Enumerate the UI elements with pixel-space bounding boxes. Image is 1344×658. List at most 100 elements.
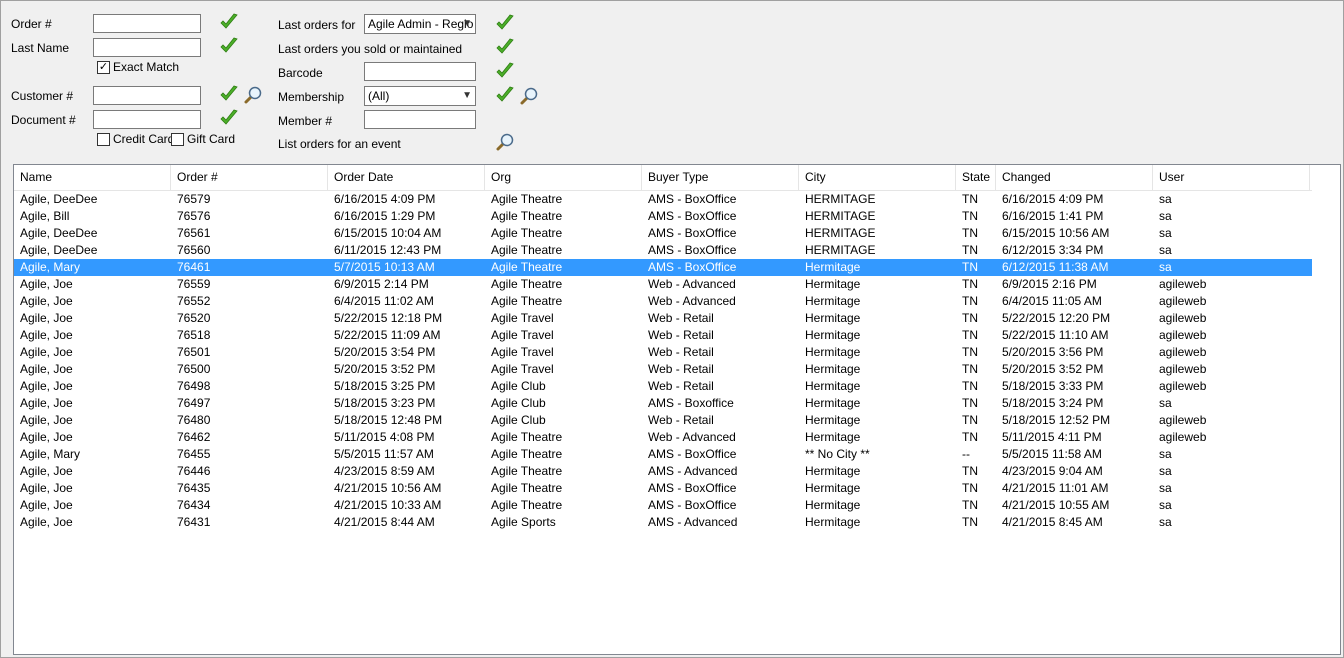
cell-changed: 5/22/2015 12:20 PM bbox=[1002, 311, 1111, 325]
cell-order-date: 5/22/2015 11:09 AM bbox=[334, 328, 441, 342]
column-header-order-date[interactable]: Order Date bbox=[328, 165, 485, 190]
last-orders-sold-go-check-icon[interactable] bbox=[495, 38, 515, 56]
cell-order-date: 4/21/2015 10:56 AM bbox=[334, 481, 442, 495]
gift-card-label: Gift Card bbox=[187, 132, 236, 146]
cell-org: Agile Theatre bbox=[491, 260, 563, 274]
cell-state: TN bbox=[962, 294, 978, 308]
cell-city: Hermitage bbox=[805, 345, 861, 359]
table-row[interactable]: Agile, DeeDee 76561 6/15/2015 10:04 AM Agil… bbox=[14, 225, 1312, 242]
cell-city: HERMITAGE bbox=[805, 243, 876, 257]
exact-match-checkbox[interactable]: ✓ bbox=[97, 61, 110, 74]
last-orders-for-go-check-icon[interactable] bbox=[495, 14, 515, 32]
cell-changed: 6/15/2015 10:56 AM bbox=[1002, 226, 1110, 240]
cell-name: Agile, Joe bbox=[20, 277, 73, 291]
cell-org: Agile Theatre bbox=[491, 226, 563, 240]
cell-city: Hermitage bbox=[805, 498, 861, 512]
cell-city: ** No City ** bbox=[805, 447, 870, 461]
table-row[interactable]: Agile, Joe 76559 6/9/2015 2:14 PM Agile The… bbox=[14, 276, 1312, 293]
cell-city: Hermitage bbox=[805, 481, 861, 495]
cell-city: Hermitage bbox=[805, 379, 861, 393]
customer-go-check-icon[interactable] bbox=[219, 85, 239, 103]
cell-order-date: 6/11/2015 12:43 PM bbox=[334, 243, 442, 257]
cell-order-date: 5/18/2015 3:25 PM bbox=[334, 379, 436, 393]
cell-user: sa bbox=[1159, 464, 1172, 478]
cell-changed: 6/9/2015 2:16 PM bbox=[1002, 277, 1097, 291]
order-number-input[interactable] bbox=[93, 14, 201, 33]
barcode-go-check-icon[interactable] bbox=[495, 62, 515, 80]
order-number-go-check-icon[interactable] bbox=[219, 13, 239, 31]
barcode-input[interactable] bbox=[364, 62, 476, 81]
table-row[interactable]: Agile, Joe 76520 5/22/2015 12:18 PM Agile T… bbox=[14, 310, 1312, 327]
table-row[interactable]: Agile, Bill 76576 6/16/2015 1:29 PM Agile T… bbox=[14, 208, 1312, 225]
cell-name: Agile, Bill bbox=[20, 209, 70, 223]
cell-org: Agile Theatre bbox=[491, 481, 563, 495]
column-header-org[interactable]: Org bbox=[485, 165, 642, 190]
member-number-input[interactable] bbox=[364, 110, 476, 129]
column-header-name[interactable]: Name bbox=[14, 165, 171, 190]
table-row[interactable]: Agile, Mary 76461 5/7/2015 10:13 AM Agile T… bbox=[14, 259, 1312, 276]
cell-buyer-type: AMS - Advanced bbox=[648, 464, 738, 478]
cell-order-date: 5/20/2015 3:54 PM bbox=[334, 345, 436, 359]
last-name-go-check-icon[interactable] bbox=[219, 37, 239, 55]
customer-lookup-magnifier-icon[interactable] bbox=[243, 85, 263, 105]
column-header-state[interactable]: State bbox=[956, 165, 996, 190]
column-header-changed[interactable]: Changed bbox=[996, 165, 1153, 190]
event-lookup-magnifier-icon[interactable] bbox=[495, 132, 515, 152]
membership-lookup-magnifier-icon[interactable] bbox=[519, 86, 539, 106]
orders-list[interactable]: Name Order # Order Date Org Buyer Type C… bbox=[13, 164, 1341, 655]
cell-name: Agile, Joe bbox=[20, 430, 73, 444]
cell-changed: 6/12/2015 11:38 AM bbox=[1002, 260, 1109, 274]
customer-number-input[interactable] bbox=[93, 86, 201, 105]
table-row[interactable]: Agile, Joe 76497 5/18/2015 3:23 PM Agile Cl… bbox=[14, 395, 1312, 412]
cell-state: TN bbox=[962, 379, 978, 393]
cell-order-number: 76462 bbox=[177, 430, 211, 444]
table-row[interactable]: Agile, Joe 76435 4/21/2015 10:56 AM Agile T… bbox=[14, 480, 1312, 497]
column-header-buyer-type[interactable]: Buyer Type bbox=[642, 165, 799, 190]
column-header-user[interactable]: User bbox=[1153, 165, 1310, 190]
cell-changed: 6/16/2015 1:41 PM bbox=[1002, 209, 1104, 223]
table-row[interactable]: Agile, DeeDee 76579 6/16/2015 4:09 PM Agile… bbox=[14, 191, 1312, 208]
column-header-order-number[interactable]: Order # bbox=[171, 165, 328, 190]
order-number-label: Order # bbox=[11, 17, 52, 31]
cell-changed: 5/11/2015 4:11 PM bbox=[1002, 430, 1102, 444]
cell-user: sa bbox=[1159, 481, 1172, 495]
cell-name: Agile, Joe bbox=[20, 362, 73, 376]
cell-user: sa bbox=[1159, 396, 1172, 410]
table-row[interactable]: Agile, Joe 76431 4/21/2015 8:44 AM Agile Sp… bbox=[14, 514, 1312, 531]
document-number-input[interactable] bbox=[93, 110, 201, 129]
table-row[interactable]: Agile, Joe 76434 4/21/2015 10:33 AM Agile T… bbox=[14, 497, 1312, 514]
cell-buyer-type: AMS - BoxOffice bbox=[648, 260, 737, 274]
credit-card-checkbox[interactable] bbox=[97, 133, 110, 146]
cell-user: agileweb bbox=[1159, 345, 1207, 359]
cell-order-number: 76500 bbox=[177, 362, 211, 376]
column-header-city[interactable]: City bbox=[799, 165, 956, 190]
cell-changed: 5/20/2015 3:56 PM bbox=[1002, 345, 1104, 359]
gift-card-checkbox[interactable] bbox=[171, 133, 184, 146]
table-row[interactable]: Agile, Joe 76518 5/22/2015 11:09 AM Agile T… bbox=[14, 327, 1312, 344]
cell-order-number: 76561 bbox=[177, 226, 211, 240]
membership-go-check-icon[interactable] bbox=[495, 86, 515, 104]
last-name-input[interactable] bbox=[93, 38, 201, 57]
table-row[interactable]: Agile, DeeDee 76560 6/11/2015 12:43 PM Agil… bbox=[14, 242, 1312, 259]
table-row[interactable]: Agile, Joe 76498 5/18/2015 3:25 PM Agile Cl… bbox=[14, 378, 1312, 395]
document-go-check-icon[interactable] bbox=[219, 109, 239, 127]
cell-org: Agile Club bbox=[491, 396, 546, 410]
cell-user: agileweb bbox=[1159, 328, 1207, 342]
table-row[interactable]: Agile, Mary 76455 5/5/2015 11:57 AM Agile T… bbox=[14, 446, 1312, 463]
cell-state: TN bbox=[962, 260, 978, 274]
cell-order-number: 76435 bbox=[177, 481, 211, 495]
table-row[interactable]: Agile, Joe 76462 5/11/2015 4:08 PM Agile Th… bbox=[14, 429, 1312, 446]
last-orders-for-select[interactable]: Agile Admin - Regio ▼ bbox=[364, 14, 476, 34]
table-row[interactable]: Agile, Joe 76480 5/18/2015 12:48 PM Agile C… bbox=[14, 412, 1312, 429]
cell-user: sa bbox=[1159, 447, 1172, 461]
table-row[interactable]: Agile, Joe 76500 5/20/2015 3:52 PM Agile Tr… bbox=[14, 361, 1312, 378]
cell-changed: 5/20/2015 3:52 PM bbox=[1002, 362, 1104, 376]
table-row[interactable]: Agile, Joe 76552 6/4/2015 11:02 AM Agile Th… bbox=[14, 293, 1312, 310]
membership-select[interactable]: (All) ▼ bbox=[364, 86, 476, 106]
cell-user: agileweb bbox=[1159, 430, 1207, 444]
cell-changed: 5/18/2015 12:52 PM bbox=[1002, 413, 1111, 427]
cell-order-date: 5/11/2015 4:08 PM bbox=[334, 430, 435, 444]
cell-order-number: 76498 bbox=[177, 379, 211, 393]
table-row[interactable]: Agile, Joe 76446 4/23/2015 8:59 AM Agile Th… bbox=[14, 463, 1312, 480]
table-row[interactable]: Agile, Joe 76501 5/20/2015 3:54 PM Agile Tr… bbox=[14, 344, 1312, 361]
